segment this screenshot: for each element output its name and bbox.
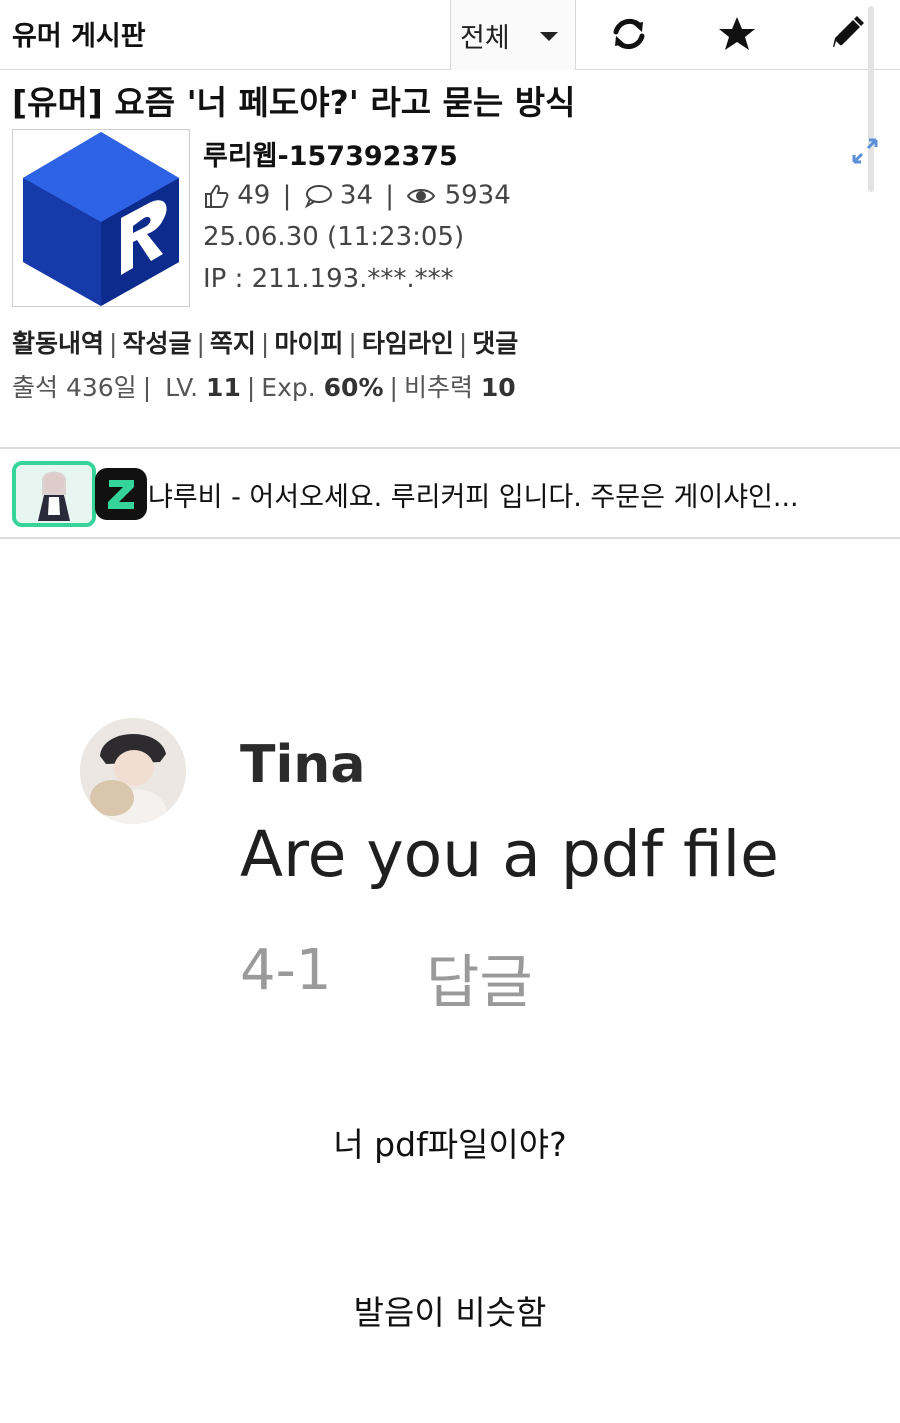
thumbs-up-icon [205, 184, 229, 208]
link-timeline[interactable]: 타임라인 [362, 329, 454, 358]
view-count: 5934 [444, 180, 511, 211]
notice-avatar [12, 461, 96, 527]
comment-bubble-icon [304, 184, 332, 209]
pencil-icon[interactable] [826, 14, 866, 54]
power-value: 10 [480, 373, 516, 402]
character-avatar-icon [16, 465, 92, 523]
post-date: 25.06.30 (11:23:05) [203, 222, 465, 252]
comment-date: 4-1 [240, 938, 332, 1003]
filter-selected-value: 전체 [460, 23, 510, 54]
post-body-line: 너 pdf파일이야? [333, 1125, 567, 1164]
comment-text: Are you a pdf file [240, 818, 779, 891]
like-count: 49 [237, 180, 271, 211]
expand-icon[interactable] [850, 136, 880, 166]
link-mypi[interactable]: 마이피 [274, 329, 343, 358]
link-posts[interactable]: 작성글 [122, 329, 191, 358]
commenter-avatar [80, 718, 186, 824]
chevron-down-icon [540, 32, 558, 41]
link-message[interactable]: 쪽지 [210, 329, 256, 358]
notice-row[interactable]: 냐루비 - 어서오세요. 루리커피 입니다. 주문은 게이샤인... [0, 449, 900, 539]
star-icon[interactable] [717, 14, 757, 54]
comment-count: 34 [339, 180, 374, 211]
divider [0, 537, 900, 539]
link-comments[interactable]: 댓글 [472, 329, 518, 358]
user-links: 활동내역 | 작성글 | 쪽지 | 마이피 | 타임라인 | 댓글 [12, 329, 519, 358]
post-title: [유머] 요즘 '너 페도야?' 라고 묻는 방식 [12, 83, 576, 122]
attendance-value: 436일 [65, 373, 137, 402]
post-stats: 49 | 34 | 5934 [203, 180, 511, 212]
board-title[interactable]: 유머 게시판 [12, 14, 146, 53]
top-bar: 유머 게시판 전체 [0, 0, 900, 70]
attendance-label: 출석 [12, 373, 59, 402]
exp-value: 60% [323, 373, 384, 402]
post-ip: IP : 211.193.***.*** [203, 264, 454, 294]
level-label: LV. [165, 373, 199, 402]
link-activity[interactable]: 활동내역 [12, 329, 104, 358]
commenter-name: Tina [240, 735, 366, 795]
exp-label: Exp. [261, 373, 316, 402]
author-avatar[interactable] [12, 129, 190, 307]
z-badge-icon [108, 480, 134, 509]
reply-label: 답글 [426, 948, 533, 1016]
ruliweb-logo-icon [23, 132, 179, 306]
category-filter-select[interactable]: 전체 [450, 0, 576, 70]
power-label: 비추력 [403, 373, 473, 402]
post-body-line: 발음이 비슷함 [353, 1293, 547, 1332]
user-level-line: 출석 436일 | LV. 11 | Exp. 60% | 비추력 10 [12, 373, 516, 402]
refresh-icon[interactable] [609, 14, 649, 54]
notice-badge [95, 468, 147, 520]
profile-photo-icon [80, 718, 186, 824]
notice-text: 냐루비 - 어서오세요. 루리커피 입니다. 주문은 게이샤인... [148, 482, 799, 513]
eye-icon [407, 188, 436, 203]
level-value: 11 [206, 373, 241, 402]
author-name[interactable]: 루리웹-157392375 [203, 134, 458, 173]
